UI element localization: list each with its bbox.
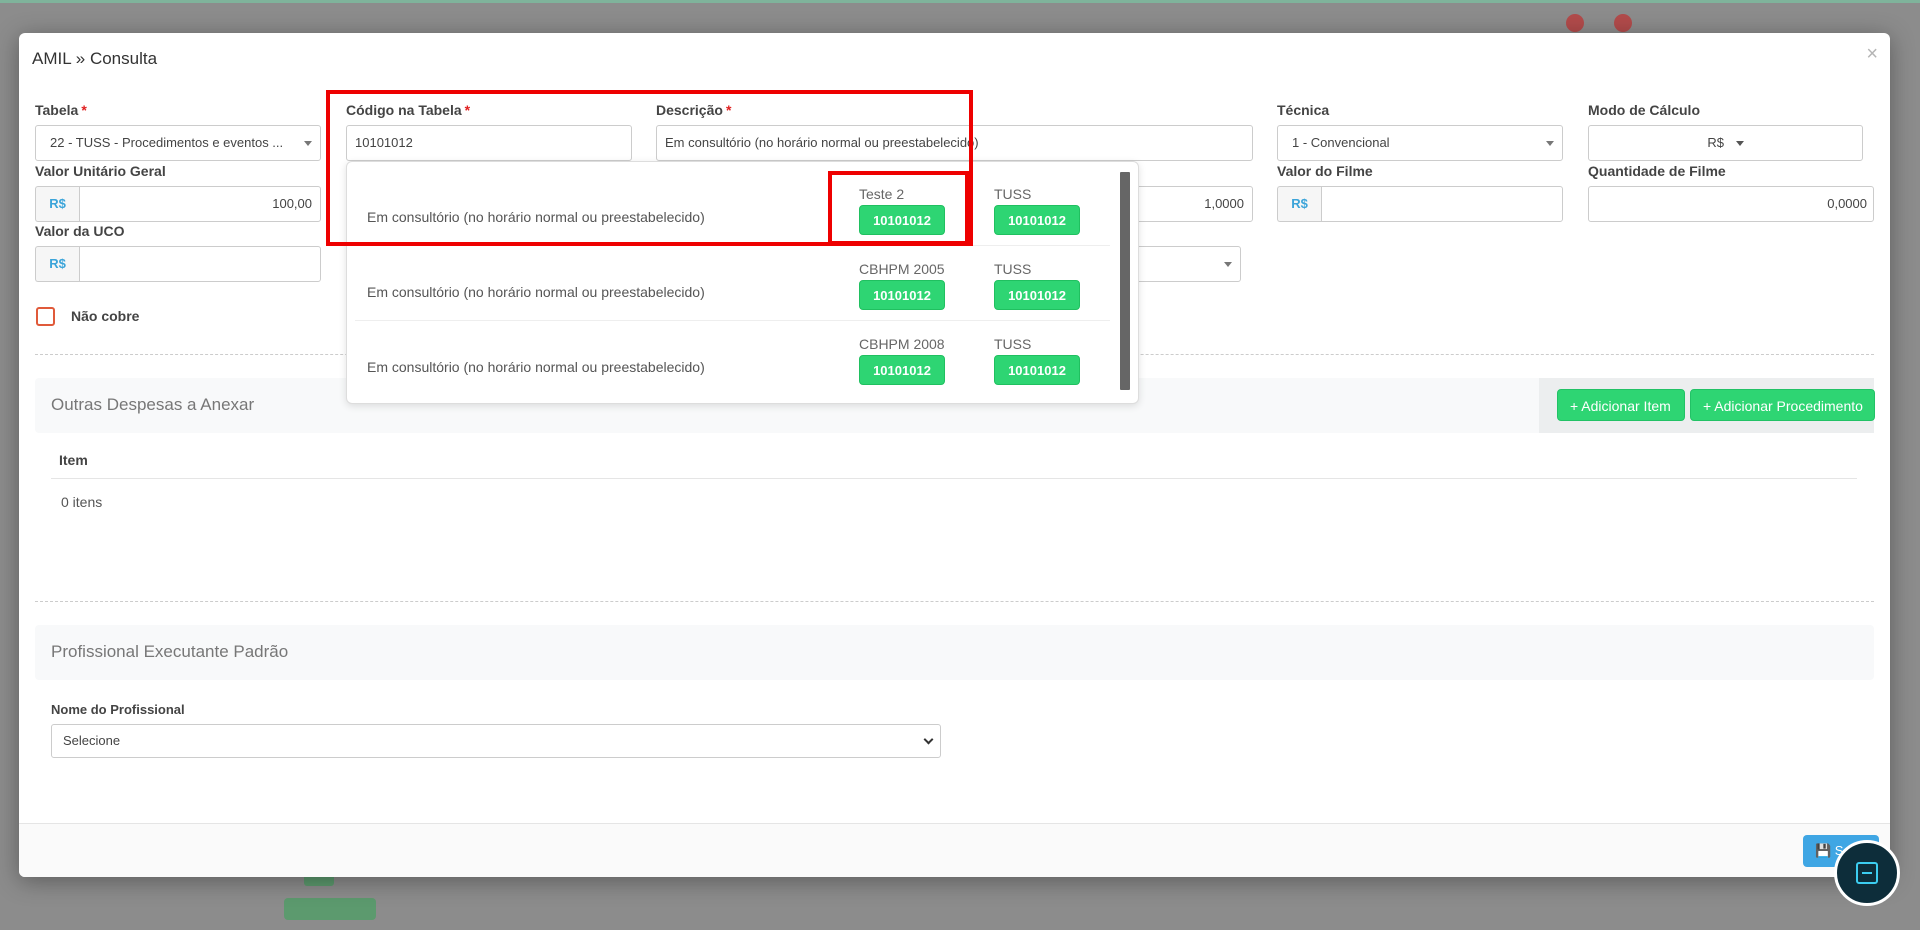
valor-filme-label: Valor do Filme [1277,163,1373,179]
row-table-name: TUSS [994,186,1032,202]
row-code-badge[interactable]: 10101012 [859,355,945,385]
row-description: Em consultório (no horário normal ou pre… [367,284,705,300]
autocomplete-row[interactable]: Em consultório (no horário normal ou pre… [355,246,1110,321]
tabela-label: Tabela * [35,102,87,118]
modo-calculo-select[interactable]: R$ [1588,125,1863,161]
valor-unitario-input[interactable]: 100,00 [79,186,321,222]
modal-title: AMIL » Consulta [32,49,158,68]
row-description: Em consultório (no horário normal ou pre… [367,359,705,375]
nome-profissional-label: Nome do Profissional [51,702,185,717]
valor-uco-input[interactable] [79,246,321,282]
screenshot-icon [1856,862,1878,884]
nao-cobre-checkbox[interactable] [36,307,55,326]
quantidade-filme-input[interactable]: 0,0000 [1588,186,1874,222]
valor-unitario-label: Valor Unitário Geral [35,163,166,179]
caret-down-icon [1735,141,1744,147]
divider [35,601,1874,602]
outras-despesas-title: Outras Despesas a Anexar [51,395,255,414]
tecnica-label: Técnica [1277,102,1330,118]
tabela-select[interactable]: 22 - TUSS - Procedimentos e eventos ... [35,125,321,161]
caret-down-icon [304,141,312,146]
quantidade-filme-label: Quantidade de Filme [1588,163,1726,179]
dropdown-scrollbar[interactable] [1120,172,1130,390]
item-count: 0 itens [61,494,103,510]
profissional-panel: Profissional Executante Padrão [35,625,1874,680]
add-item-button[interactable]: + Adicionar Item [1557,389,1685,421]
valor-filme-group: R$ [1277,186,1563,222]
currency-addon: R$ [35,246,79,282]
autocomplete-row[interactable]: Em consultório (no horário normal ou pre… [355,321,1110,396]
profissional-title: Profissional Executante Padrão [51,642,289,661]
modal-footer [19,823,1890,877]
hidden-select[interactable] [1129,246,1241,282]
backdrop-footer [280,870,1680,920]
row-code-badge[interactable]: 10101012 [859,280,945,310]
valor-unitario-group: R$ 100,00 [35,186,321,222]
annotation-highlight-badge [828,171,969,245]
row-code-badge[interactable]: 10101012 [994,355,1080,385]
add-procedimento-button[interactable]: + Adicionar Procedimento [1690,389,1875,421]
row-table-name: CBHPM 2008 [859,336,945,352]
row-table-name: TUSS [994,336,1032,352]
fator-input[interactable]: 1,0000 [1119,186,1253,222]
backdrop-notification-badge [1566,14,1584,32]
row-table-name: TUSS [994,261,1032,277]
modal-dialog: AMIL » Consulta × Tabela * Código na Tabe… [19,33,1890,877]
caret-down-icon [1224,262,1232,267]
row-table-name: CBHPM 2005 [859,261,945,277]
backdrop-topbar [0,0,1920,3]
close-icon[interactable]: × [1866,43,1878,66]
modal-header: AMIL » Consulta × [19,33,1890,83]
despesas-table: Item 0 itens [35,433,1874,553]
valor-uco-label: Valor da UCO [35,223,125,239]
row-code-badge[interactable]: 10101012 [994,205,1080,235]
tecnica-select[interactable]: 1 - Convencional [1277,125,1563,161]
currency-addon: R$ [1277,186,1321,222]
row-code-badge[interactable]: 10101012 [994,280,1080,310]
currency-addon: R$ [35,186,79,222]
valor-filme-input[interactable] [1321,186,1563,222]
table-divider [51,478,1857,479]
backdrop-status-pill [284,898,376,920]
backdrop-notification-badge [1614,14,1632,32]
floating-action-button[interactable] [1834,840,1900,906]
modo-calculo-label: Modo de Cálculo [1588,102,1700,118]
column-header-item: Item [59,452,88,468]
nome-profissional-select[interactable]: Selecione [51,724,941,758]
caret-down-icon [1546,141,1554,146]
nao-cobre-label: Não cobre [71,308,140,324]
valor-uco-group: R$ [35,246,321,282]
chevron-down-icon [923,734,934,745]
